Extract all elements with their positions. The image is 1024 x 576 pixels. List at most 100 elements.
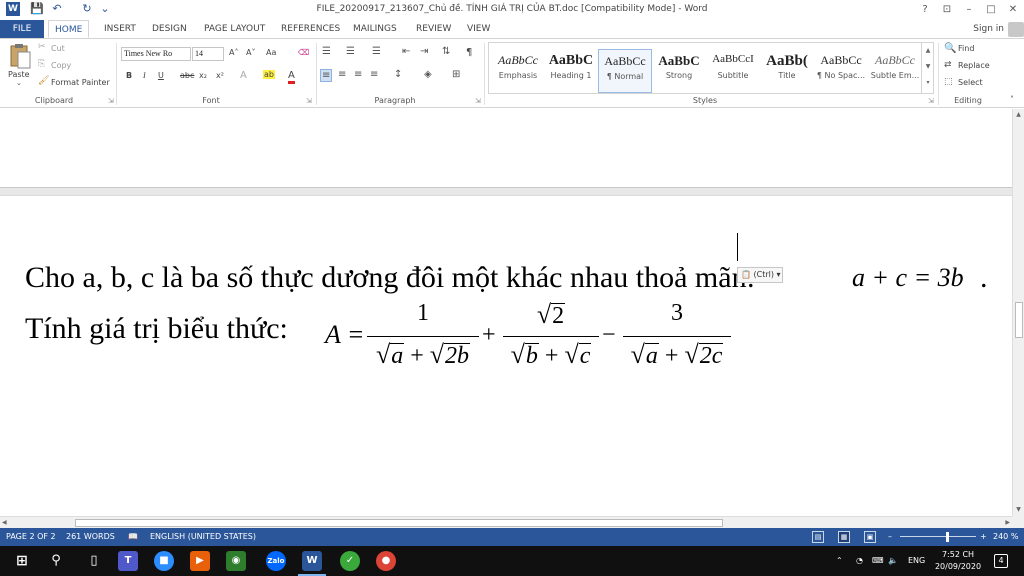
style-strong[interactable]: AaBbC Strong xyxy=(652,49,706,93)
tab-home[interactable]: HOME xyxy=(48,20,90,38)
multilevel-list-icon[interactable]: ☰ xyxy=(372,46,381,57)
highlight-button[interactable]: ab xyxy=(263,70,275,79)
style-subtitle[interactable]: AaBbCcI Subtitle xyxy=(706,49,760,93)
style-normal[interactable]: AaBbCc ¶ Normal xyxy=(598,49,652,93)
paragraph-launcher-icon[interactable]: ⇲ xyxy=(475,97,481,105)
volume-icon[interactable]: 🔈 xyxy=(888,546,898,576)
select-button[interactable]: Select xyxy=(958,78,983,87)
font-name-box[interactable]: Times New Ro xyxy=(121,47,191,61)
horizontal-scrollbar[interactable]: ◀ ▶ xyxy=(0,516,1012,528)
italic-button[interactable]: I xyxy=(143,71,146,80)
sort-icon[interactable]: ⇅ xyxy=(442,46,450,57)
tab-view[interactable]: VIEW xyxy=(461,20,496,38)
change-case-button[interactable]: Aa xyxy=(266,48,276,57)
style-heading-1[interactable]: AaBbC Heading 1 xyxy=(544,49,598,93)
align-left-icon[interactable]: ≡ xyxy=(320,69,333,82)
proofing-icon[interactable]: 📖 xyxy=(128,528,138,546)
cut-button[interactable]: Cut xyxy=(51,44,65,53)
zalo-icon[interactable]: Zalo xyxy=(266,551,286,571)
bullets-icon[interactable]: ☰ xyxy=(322,46,331,57)
help-button[interactable]: ? xyxy=(914,2,936,17)
network-icon[interactable]: ◔ xyxy=(856,546,863,576)
bold-button[interactable]: B xyxy=(126,71,132,80)
horizontal-scroll-thumb[interactable] xyxy=(75,519,723,527)
paste-button[interactable]: Paste xyxy=(8,70,30,79)
media-player-icon[interactable]: ▶ xyxy=(190,551,210,571)
justify-icon[interactable]: ≡ xyxy=(370,69,378,80)
styles-scroll[interactable]: ▲ ▼ ▾ xyxy=(921,43,934,93)
document-area[interactable]: Cho a, b, c là ba số thực dương đôi một … xyxy=(0,109,1012,516)
shading-icon[interactable]: ◈ xyxy=(424,69,432,80)
text-effects-button[interactable]: A xyxy=(240,70,247,81)
maximize-button[interactable]: □ xyxy=(980,2,1002,17)
decrease-indent-icon[interactable]: ⇤ xyxy=(402,46,410,57)
zoom-out-button[interactable]: – xyxy=(888,528,892,546)
coccoc-icon[interactable]: ✓ xyxy=(340,551,360,571)
zoom-in-button[interactable]: + xyxy=(980,528,987,546)
subscript-button[interactable]: x₂ xyxy=(199,71,207,80)
increase-indent-icon[interactable]: ⇥ xyxy=(420,46,428,57)
word-taskbar-icon[interactable]: W xyxy=(302,551,322,571)
style-subtle-emphasis[interactable]: AaBbCc Subtle Em... xyxy=(868,49,922,93)
condition-formula[interactable]: a + c = 3b xyxy=(852,263,964,293)
chevron-up-icon[interactable]: ▲ xyxy=(922,43,934,59)
language-indicator[interactable]: ENGLISH (UNITED STATES) xyxy=(150,528,256,546)
more-styles-icon[interactable]: ▾ xyxy=(922,75,934,91)
sign-in-link[interactable]: Sign in xyxy=(973,20,1004,38)
tab-page-layout[interactable]: PAGE LAYOUT xyxy=(198,20,271,38)
avatar[interactable] xyxy=(1008,22,1024,37)
shrink-font-button[interactable]: A˅ xyxy=(246,48,255,57)
file-icon[interactable]: ▯ xyxy=(84,551,104,571)
find-button[interactable]: Find xyxy=(958,44,974,53)
word-count[interactable]: 261 WORDS xyxy=(66,528,115,546)
styles-launcher-icon[interactable]: ⇲ xyxy=(928,97,934,105)
chevron-up-icon[interactable]: ⌃ xyxy=(836,546,843,576)
close-button[interactable]: ✕ xyxy=(1002,2,1024,17)
vertical-scrollbar[interactable]: ▲ ▼ xyxy=(1012,109,1024,516)
tab-file[interactable]: FILE xyxy=(0,20,44,38)
clock[interactable]: 7:52 CH 20/09/2020 xyxy=(930,549,986,573)
tab-design[interactable]: DESIGN xyxy=(146,20,193,38)
tab-mailings[interactable]: MAILINGS xyxy=(347,20,403,38)
style-emphasis[interactable]: AaBbCc Emphasis xyxy=(491,49,545,93)
align-center-icon[interactable]: ≡ xyxy=(338,69,346,80)
zoom-slider-thumb[interactable] xyxy=(946,532,949,542)
collapse-ribbon-button[interactable]: ˄ xyxy=(1010,95,1014,104)
font-color-button[interactable]: A xyxy=(288,70,295,84)
grow-font-button[interactable]: A˄ xyxy=(229,48,238,57)
paste-icon[interactable] xyxy=(8,43,32,71)
replace-button[interactable]: Replace xyxy=(958,61,990,70)
scroll-up-icon[interactable]: ▲ xyxy=(1013,109,1024,121)
read-mode-icon[interactable]: ▤ xyxy=(812,531,824,543)
chevron-down-icon[interactable]: ▼ xyxy=(922,59,934,75)
borders-icon[interactable]: ⊞ xyxy=(452,69,460,80)
clear-formatting-button[interactable]: ⌫ xyxy=(298,48,309,57)
windows-start-icon[interactable]: ⊞ xyxy=(12,551,32,571)
teams-icon[interactable]: T xyxy=(118,551,138,571)
tab-insert[interactable]: INSERT xyxy=(98,20,142,38)
font-size-box[interactable]: 14 xyxy=(192,47,224,61)
underline-button[interactable]: U xyxy=(158,71,164,80)
print-layout-icon[interactable]: ▦ xyxy=(838,531,850,543)
input-language[interactable]: ENG xyxy=(908,546,925,576)
paste-options-button[interactable]: 📋 (Ctrl) ▾ xyxy=(737,267,783,283)
tab-review[interactable]: REVIEW xyxy=(410,20,457,38)
zoom-level[interactable]: 240 % xyxy=(993,528,1018,546)
chrome-icon[interactable]: ● xyxy=(376,551,396,571)
minimize-button[interactable]: – xyxy=(958,2,980,17)
keyboard-icon[interactable]: ⌨ xyxy=(872,546,884,576)
paste-dropdown-icon[interactable]: ⌄ xyxy=(16,79,22,87)
zoom-slider[interactable] xyxy=(900,536,976,537)
camera-icon[interactable]: ◉ xyxy=(226,551,246,571)
style-title[interactable]: AaBb( Title xyxy=(760,49,814,93)
expression-formula[interactable]: A = 1 √a + √2b + √2 √b + √c − 3 √a + √2c xyxy=(325,300,745,374)
vertical-scroll-thumb[interactable] xyxy=(1015,302,1023,338)
tab-references[interactable]: REFERENCES xyxy=(275,20,346,38)
numbering-icon[interactable]: ☰ xyxy=(346,46,355,57)
show-hide-marks-button[interactable]: ¶ xyxy=(466,47,472,58)
scroll-down-icon[interactable]: ▼ xyxy=(1013,504,1024,516)
clipboard-launcher-icon[interactable]: ⇲ xyxy=(108,97,114,105)
align-right-icon[interactable]: ≡ xyxy=(354,69,362,80)
superscript-button[interactable]: x² xyxy=(216,71,224,80)
strikethrough-button[interactable]: abc xyxy=(180,71,194,80)
